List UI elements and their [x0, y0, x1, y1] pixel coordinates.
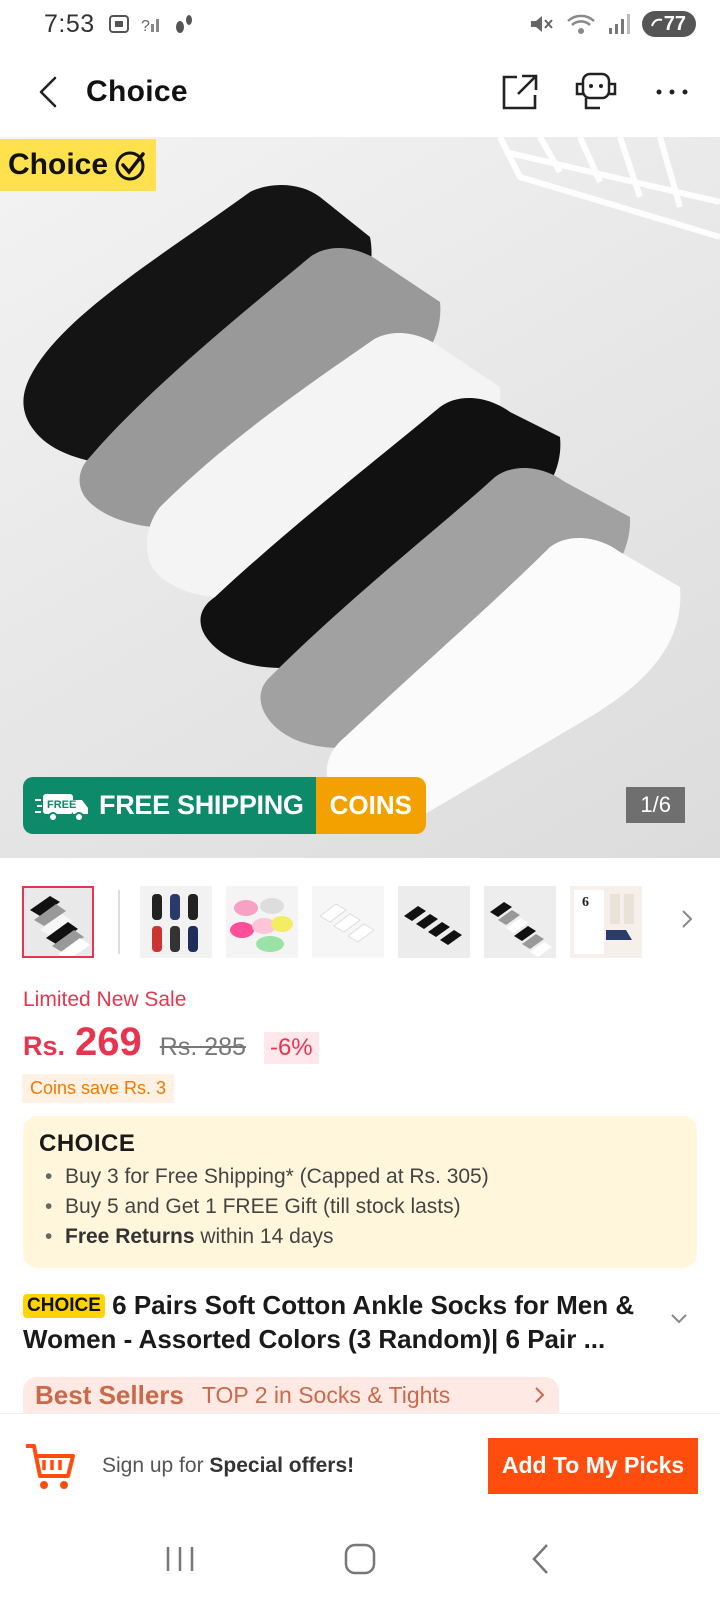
customer-support-button[interactable] [572, 68, 620, 116]
charging-icon [650, 18, 662, 27]
free-shipping-label: FREE SHIPPING [99, 790, 304, 820]
best-sellers-title: Best Sellers [35, 1379, 184, 1410]
more-options-button[interactable] [648, 68, 696, 116]
best-sellers-banner[interactable]: Best Sellers TOP 2 in Socks & Tights [23, 1377, 559, 1413]
free-shipping-coins-banner: FREE FREE SHIPPING COINS [23, 777, 426, 834]
expand-title-button[interactable] [670, 1312, 688, 1330]
thumbnail-next-button[interactable] [680, 908, 694, 935]
thumbnail-image [24, 888, 92, 956]
thumbnail-image [484, 886, 556, 958]
image-counter: 1/6 [626, 787, 685, 823]
status-time: 7:53 [44, 9, 95, 38]
choice-logo: CHOICE [39, 1130, 136, 1157]
discount-badge: -6% [263, 1032, 319, 1064]
delivery-truck-icon: FREE [35, 793, 88, 822]
coins-label: COINS [315, 777, 426, 834]
header-actions [496, 68, 696, 116]
battery-level: 77 [663, 12, 686, 35]
share-button[interactable] [496, 68, 544, 116]
wifi-icon [566, 14, 595, 34]
footprint-icon [175, 15, 192, 33]
thumbnail-strip: 6 [22, 886, 702, 958]
choice-benefits-box[interactable]: CHOICE Buy 3 for Free Shipping* (Capped … [23, 1116, 697, 1268]
recent-apps-button[interactable] [150, 1534, 210, 1584]
page-title: Choice [86, 75, 188, 108]
screenshot-icon [108, 15, 129, 33]
perk-rest: within 14 days [194, 1225, 334, 1248]
cart-button[interactable] [22, 1438, 78, 1494]
thumbnail-divider [118, 890, 120, 954]
currency-symbol: Rs. [23, 1031, 66, 1061]
original-price: Rs. 285 [159, 1033, 246, 1061]
product-title[interactable]: CHOICE 6 Pairs Soft Cotton Ankle Socks f… [23, 1288, 673, 1356]
perk-item: Buy 3 for Free Shipping* (Capped at Rs. … [39, 1162, 681, 1192]
perk-item: Buy 5 and Get 1 FREE Gift (till stock la… [39, 1192, 681, 1222]
thumbnail-5[interactable] [398, 886, 470, 958]
thumbnail-image [398, 886, 470, 958]
product-image-carousel[interactable]: Choice FREE FREE SHIPPING COINS 1/6 [0, 137, 720, 858]
perk-item: Free Returns within 14 days [39, 1222, 681, 1252]
thumbnail-image [226, 886, 298, 958]
cart-icon [26, 1443, 75, 1489]
back-button[interactable] [24, 68, 72, 116]
thumbnail-4[interactable] [312, 886, 384, 958]
thumbnail-6-label: 6 [582, 895, 589, 910]
thumbnail-6[interactable] [484, 886, 556, 958]
signal-icon: ? [141, 18, 159, 35]
choice-badge-label: Choice [8, 148, 109, 181]
best-sellers-rank: TOP 2 in Socks & Tights [201, 1381, 451, 1408]
thumbnail-image: 6 [570, 886, 642, 958]
chevron-down-icon [671, 1314, 687, 1324]
perk-bold: Free Returns [65, 1225, 195, 1248]
recent-apps-icon [166, 1546, 194, 1571]
choice-badge: Choice [0, 139, 157, 191]
more-icon [656, 89, 688, 95]
status-left-icons: ? [107, 12, 195, 36]
home-icon [344, 1543, 376, 1574]
home-button[interactable] [330, 1534, 390, 1584]
cell-signal-icon [608, 14, 630, 34]
battery-indicator: 77 [641, 11, 696, 37]
mute-icon [530, 16, 553, 32]
free-tag: FREE [47, 799, 76, 811]
thumbnail-7[interactable]: 6 [570, 886, 642, 958]
share-icon [502, 74, 538, 110]
support-icon [575, 72, 617, 110]
system-back-button[interactable] [510, 1534, 570, 1584]
free-shipping-section: FREE FREE SHIPPING [23, 777, 316, 834]
app-header: Choice [0, 56, 720, 128]
chevron-right-icon [682, 910, 693, 928]
status-right: 77 [528, 11, 696, 37]
thumbnail-image [312, 886, 384, 958]
thumbnail-1[interactable] [22, 886, 94, 958]
thumbnail-image [140, 886, 212, 958]
thumbnail-3[interactable] [226, 886, 298, 958]
current-price: 269 [75, 1020, 142, 1064]
signup-prefix: Sign up for [102, 1453, 210, 1477]
status-bar: 7:53 ? 77 [0, 0, 720, 48]
back-icon [39, 76, 57, 108]
add-to-picks-button[interactable]: Add To My Picks [488, 1437, 698, 1494]
choice-tag: CHOICE [23, 1294, 105, 1318]
coins-save-badge: Coins save Rs. 3 [22, 1074, 175, 1103]
product-photo [23, 137, 720, 819]
checkmark-icon [115, 151, 145, 181]
chevron-right-icon [535, 1387, 545, 1403]
product-title-text: 6 Pairs Soft Cotton Ankle Socks for Men … [23, 1290, 635, 1354]
svg-text:?: ? [141, 18, 150, 35]
thumbnail-2[interactable] [140, 886, 212, 958]
back-icon [532, 1543, 548, 1574]
bottom-action-bar: Sign up for Special offers! Add To My Pi… [0, 1413, 720, 1517]
sale-label: Limited New Sale [23, 988, 187, 1011]
price-row: Rs. 269 Rs. 285 -6% [23, 1020, 319, 1065]
system-nav-bar [0, 1517, 720, 1600]
signup-prompt[interactable]: Sign up for Special offers! [102, 1454, 354, 1478]
signup-bold: Special offers! [209, 1453, 355, 1477]
